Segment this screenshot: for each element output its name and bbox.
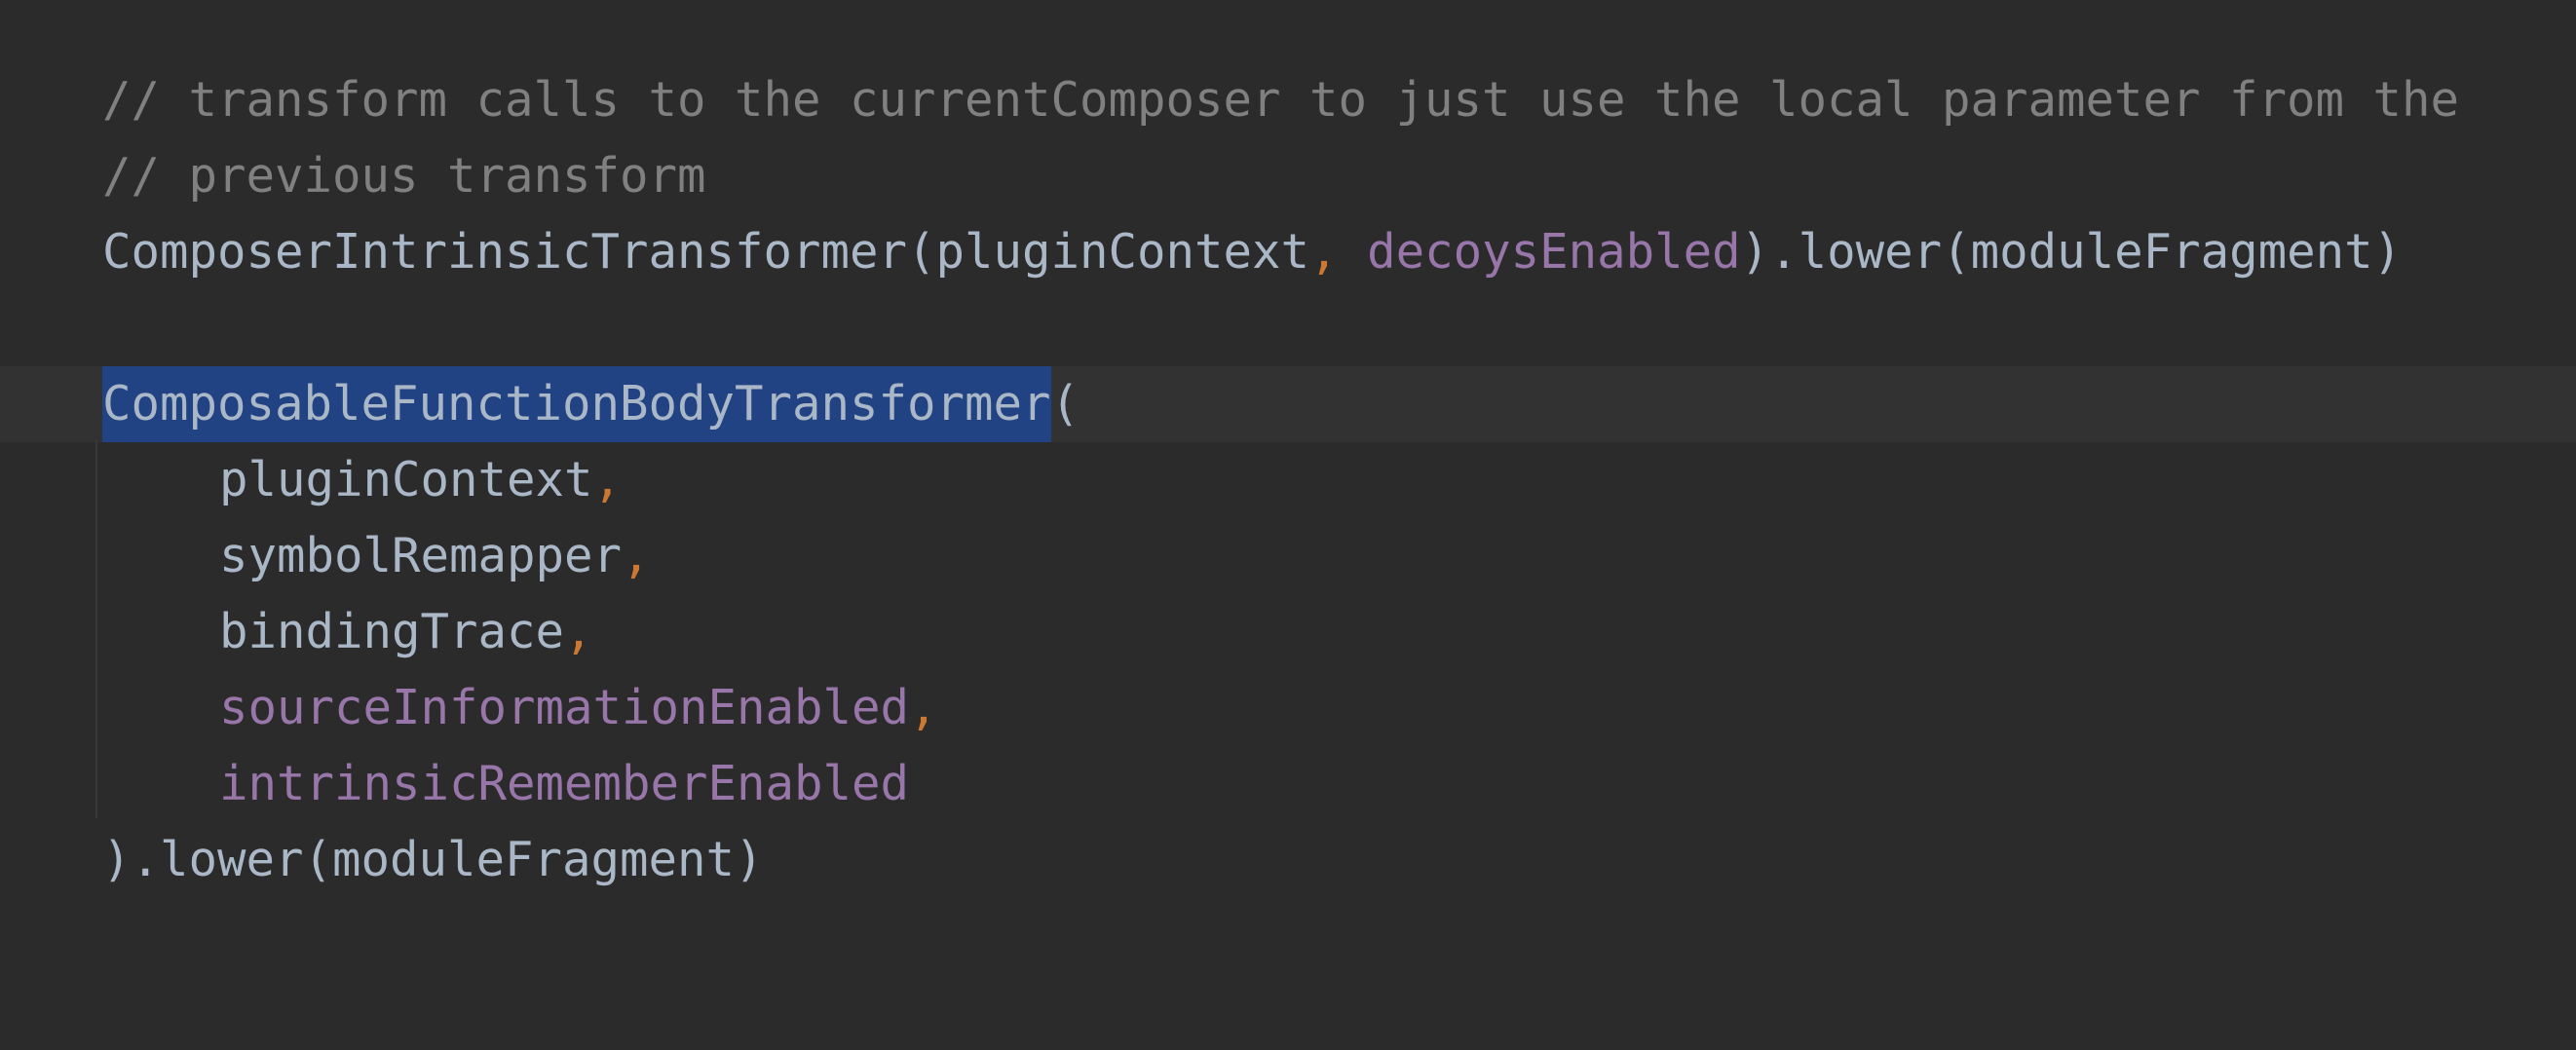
- selected-text[interactable]: ComposableFunctionBodyTransformer: [102, 366, 1051, 442]
- comma-token: ,: [622, 528, 651, 583]
- code-line-1[interactable]: // transform calls to the currentCompose…: [0, 62, 2576, 138]
- code-line-5-current[interactable]: ComposableFunctionBodyTransformer(: [0, 366, 2576, 442]
- comment-text: // transform calls to the currentCompose…: [102, 72, 2460, 128]
- code-line-content: ComposableFunctionBodyTransformer(: [102, 366, 1080, 442]
- code-line-content: // transform calls to the currentCompose…: [102, 62, 2459, 138]
- argument-identifier: pluginContext: [219, 452, 593, 507]
- comma-token: ,: [909, 680, 938, 735]
- code-line-content: intrinsicRememberEnabled: [219, 746, 909, 822]
- code-line-content: bindingTrace,: [219, 594, 593, 670]
- comment-text: // previous transform: [102, 148, 706, 204]
- code-line-content: // previous transform: [102, 138, 706, 214]
- code-line-content: ComposerIntrinsicTransformer(pluginConte…: [102, 214, 2402, 290]
- parameter-reference: intrinsicRememberEnabled: [219, 756, 910, 811]
- code-line-10[interactable]: intrinsicRememberEnabled: [0, 746, 2576, 822]
- comma-token: ,: [592, 452, 623, 507]
- argument-identifier: symbolRemapper: [219, 528, 623, 583]
- code-line-6[interactable]: pluginContext,: [0, 442, 2576, 518]
- code-line-11[interactable]: ).lower(moduleFragment): [0, 822, 2576, 898]
- code-line-content: ).lower(moduleFragment): [102, 822, 764, 898]
- call-continuation: ).lower(moduleFragment): [102, 832, 764, 887]
- call-expression: ComposerIntrinsicTransformer(pluginConte…: [102, 224, 1310, 280]
- code-line-3[interactable]: ComposerIntrinsicTransformer(pluginConte…: [0, 214, 2576, 290]
- code-line-content: symbolRemapper,: [219, 518, 651, 594]
- code-line-content: pluginContext,: [219, 442, 622, 518]
- code-line-8[interactable]: bindingTrace,: [0, 594, 2576, 670]
- code-line-9[interactable]: sourceInformationEnabled,: [0, 670, 2576, 746]
- code-line-content: sourceInformationEnabled,: [219, 670, 938, 746]
- parameter-reference: decoysEnabled: [1367, 224, 1741, 280]
- code-line-2[interactable]: // previous transform: [0, 138, 2576, 214]
- parameter-reference: sourceInformationEnabled: [219, 680, 910, 735]
- comma-token: ,: [1309, 224, 1339, 280]
- open-paren: (: [1050, 376, 1080, 431]
- code-editor[interactable]: // transform calls to the currentCompose…: [0, 0, 2576, 953]
- code-line-7[interactable]: symbolRemapper,: [0, 518, 2576, 594]
- call-continuation: ).lower(moduleFragment): [1740, 224, 2403, 280]
- argument-identifier: bindingTrace: [219, 604, 565, 659]
- code-line-4-empty[interactable]: [0, 290, 2576, 366]
- comma-token: ,: [564, 604, 593, 659]
